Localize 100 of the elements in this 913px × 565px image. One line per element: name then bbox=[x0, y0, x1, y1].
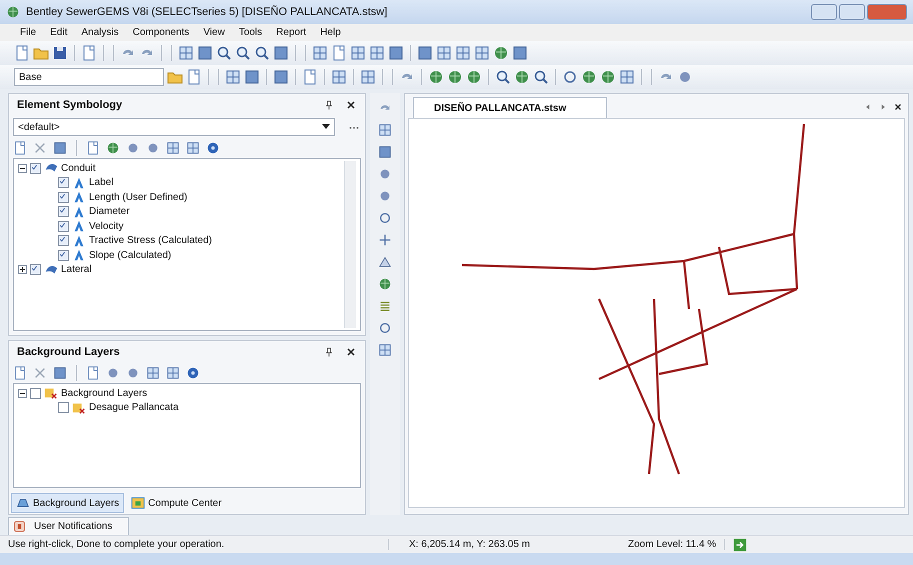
grid-icon[interactable] bbox=[378, 123, 392, 137]
close-icon[interactable] bbox=[345, 99, 357, 111]
globe-icon[interactable] bbox=[493, 45, 509, 61]
lines-icon[interactable] bbox=[378, 299, 392, 313]
grid-icon[interactable] bbox=[455, 45, 471, 61]
page-icon[interactable] bbox=[13, 141, 27, 155]
panel-tab[interactable]: Background Layers bbox=[11, 493, 124, 513]
square-icon[interactable] bbox=[512, 45, 528, 61]
dot-icon[interactable] bbox=[677, 69, 693, 85]
dot-icon[interactable] bbox=[378, 189, 392, 203]
grid-icon[interactable] bbox=[474, 45, 490, 61]
tree-item[interactable]: Desague Pallancata bbox=[89, 402, 179, 414]
globe-icon[interactable] bbox=[581, 69, 597, 85]
dot-icon[interactable] bbox=[106, 366, 120, 380]
zoom-icon[interactable] bbox=[235, 45, 251, 61]
menu-item[interactable]: Tools bbox=[238, 27, 262, 38]
grid-icon[interactable] bbox=[378, 343, 392, 357]
menu-item[interactable]: File bbox=[20, 27, 36, 38]
scrollbar[interactable] bbox=[344, 161, 356, 328]
menu-item[interactable]: Analysis bbox=[81, 27, 119, 38]
page-icon[interactable] bbox=[81, 45, 97, 61]
document-tab[interactable]: DISEÑO PALLANCATA.stsw bbox=[413, 97, 608, 118]
tree-item[interactable]: Slope (Calculated) bbox=[89, 250, 172, 261]
triangle-icon[interactable] bbox=[378, 255, 392, 269]
checkbox[interactable] bbox=[58, 177, 69, 188]
panel-tab[interactable]: Compute Center bbox=[126, 493, 227, 513]
notifications-tab[interactable]: User Notifications bbox=[8, 517, 130, 535]
page-icon[interactable] bbox=[86, 141, 100, 155]
square-icon[interactable] bbox=[273, 45, 289, 61]
grid-icon[interactable] bbox=[436, 45, 452, 61]
grid-icon[interactable] bbox=[186, 141, 200, 155]
grid-icon[interactable] bbox=[146, 366, 160, 380]
menu-item[interactable]: Help bbox=[320, 27, 341, 38]
globe-icon[interactable] bbox=[106, 141, 120, 155]
square-icon[interactable] bbox=[53, 366, 67, 380]
globe-icon[interactable] bbox=[514, 69, 530, 85]
arrow-right-icon[interactable] bbox=[733, 538, 748, 552]
tree-item[interactable]: Tractive Stress (Calculated) bbox=[89, 235, 212, 246]
help-icon[interactable] bbox=[186, 366, 200, 380]
page-icon[interactable] bbox=[13, 366, 27, 380]
checkbox[interactable] bbox=[58, 402, 69, 414]
dot-icon[interactable] bbox=[126, 366, 140, 380]
checkbox[interactable] bbox=[30, 388, 41, 399]
grid-icon[interactable] bbox=[619, 69, 635, 85]
dot-icon[interactable] bbox=[126, 141, 140, 155]
square-icon[interactable] bbox=[388, 45, 404, 61]
dot-icon[interactable] bbox=[378, 167, 392, 181]
checkbox[interactable] bbox=[58, 206, 69, 218]
collapse-icon[interactable] bbox=[18, 164, 27, 173]
globe-icon[interactable] bbox=[466, 69, 482, 85]
square-icon[interactable] bbox=[378, 145, 392, 159]
menu-item[interactable]: Report bbox=[276, 27, 306, 38]
menu-item[interactable]: View bbox=[203, 27, 225, 38]
square-icon[interactable] bbox=[244, 69, 260, 85]
square-icon[interactable] bbox=[197, 45, 213, 61]
tree-item[interactable]: Background Layers bbox=[61, 388, 148, 399]
globe-icon[interactable] bbox=[378, 277, 392, 291]
page-icon[interactable] bbox=[186, 69, 202, 85]
pin-icon[interactable] bbox=[323, 346, 335, 358]
close-icon[interactable] bbox=[345, 346, 357, 358]
checkbox[interactable] bbox=[30, 162, 41, 174]
pin-icon[interactable] bbox=[323, 99, 335, 111]
page-icon[interactable] bbox=[86, 366, 100, 380]
zoom-icon[interactable] bbox=[533, 69, 549, 85]
grid-icon[interactable] bbox=[331, 69, 347, 85]
zoom-icon[interactable] bbox=[254, 45, 270, 61]
zoom-icon[interactable] bbox=[495, 69, 511, 85]
collapse-icon[interactable] bbox=[18, 388, 27, 398]
square-icon[interactable] bbox=[417, 45, 433, 61]
grid-icon[interactable] bbox=[166, 366, 180, 380]
plus-icon[interactable] bbox=[378, 233, 392, 247]
checkbox[interactable] bbox=[58, 192, 69, 203]
grid-icon[interactable] bbox=[360, 69, 376, 85]
minimize-button[interactable] bbox=[811, 4, 837, 20]
grid-icon[interactable] bbox=[369, 45, 385, 61]
zoom-icon[interactable] bbox=[216, 45, 232, 61]
menu-item[interactable]: Components bbox=[132, 27, 190, 38]
globe-icon[interactable] bbox=[428, 69, 444, 85]
ring-icon[interactable] bbox=[378, 321, 392, 335]
square-icon[interactable] bbox=[273, 69, 289, 85]
grid-icon[interactable] bbox=[225, 69, 241, 85]
maximize-button[interactable] bbox=[839, 4, 865, 20]
globe-icon[interactable] bbox=[600, 69, 616, 85]
ring-icon[interactable] bbox=[378, 211, 392, 225]
ring-icon[interactable] bbox=[562, 69, 578, 85]
tree-item[interactable]: Velocity bbox=[89, 220, 124, 232]
globe-icon[interactable] bbox=[447, 69, 463, 85]
grid-icon[interactable] bbox=[312, 45, 328, 61]
dropdown-icon[interactable] bbox=[322, 124, 330, 130]
square-icon[interactable] bbox=[53, 141, 67, 155]
tree-item[interactable]: Length (User Defined) bbox=[89, 192, 188, 203]
grid-icon[interactable] bbox=[166, 141, 180, 155]
tree-item[interactable]: Lateral bbox=[61, 264, 92, 276]
page-icon[interactable] bbox=[331, 45, 347, 61]
checkbox[interactable] bbox=[58, 220, 69, 232]
tree-item[interactable]: Label bbox=[89, 177, 114, 188]
tree-item[interactable]: Diameter bbox=[89, 206, 130, 218]
dot-icon[interactable] bbox=[146, 141, 160, 155]
checkbox[interactable] bbox=[30, 264, 41, 276]
menu-item[interactable]: Edit bbox=[50, 27, 68, 38]
